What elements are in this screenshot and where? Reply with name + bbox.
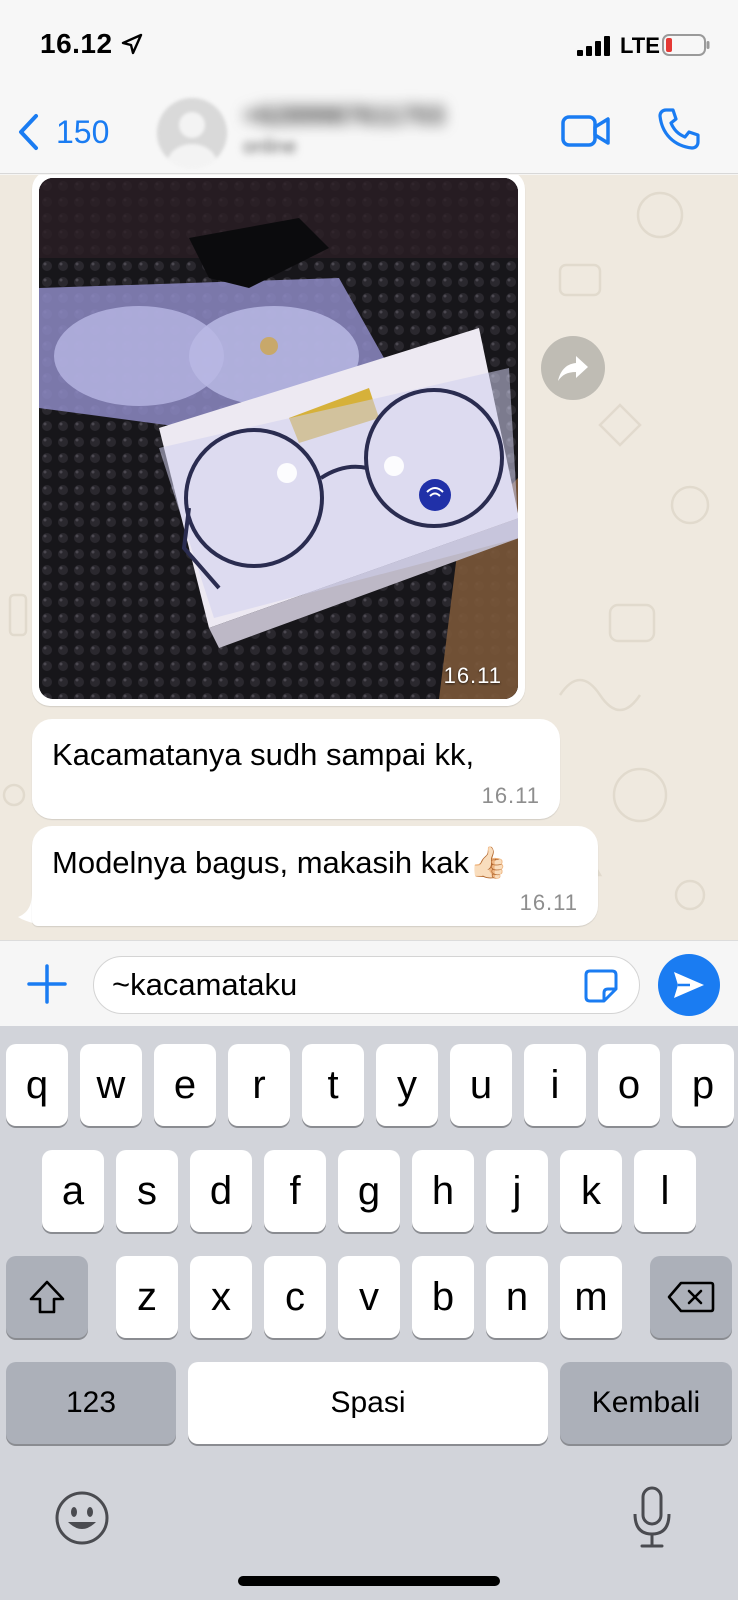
send-button[interactable] xyxy=(658,954,720,1016)
contact-name[interactable]: +6289987611703 xyxy=(243,100,503,130)
microphone-icon[interactable] xyxy=(632,1486,672,1550)
message-input-bar: ~kacamataku xyxy=(0,940,738,1026)
backspace-key[interactable] xyxy=(650,1256,732,1338)
key-q[interactable]: q xyxy=(6,1044,68,1126)
phone-icon[interactable] xyxy=(656,106,702,152)
forward-button[interactable] xyxy=(541,336,605,400)
chevron-left-icon xyxy=(19,114,38,150)
video-call-icon[interactable] xyxy=(560,108,612,154)
avatar-placeholder-icon xyxy=(157,98,227,168)
text-message[interactable]: Modelnya bagus, makasih kak👍🏻 16.11 xyxy=(32,826,598,926)
message-text: Modelnya bagus, makasih kak👍🏻 xyxy=(52,845,508,880)
key-i[interactable]: i xyxy=(524,1044,586,1126)
key-x[interactable]: x xyxy=(190,1256,252,1338)
contact-status: online xyxy=(243,136,297,158)
key-l[interactable]: l xyxy=(634,1150,696,1232)
emoji-icon[interactable] xyxy=(54,1490,110,1546)
key-r[interactable]: r xyxy=(228,1044,290,1126)
unread-count: 150 xyxy=(56,113,110,150)
key-k[interactable]: k xyxy=(560,1150,622,1232)
chat-area[interactable]: 16.11 Kacamatanya sudh sampai kk, 16.11 … xyxy=(0,175,738,940)
return-key[interactable]: Kembali xyxy=(560,1362,732,1444)
key-b[interactable]: b xyxy=(412,1256,474,1338)
plus-icon[interactable] xyxy=(26,963,68,1005)
key-m[interactable]: m xyxy=(560,1256,622,1338)
send-icon xyxy=(674,972,704,998)
key-t[interactable]: t xyxy=(302,1044,364,1126)
key-c[interactable]: c xyxy=(264,1256,326,1338)
network-type: LTE xyxy=(620,33,660,58)
battery-low-icon xyxy=(662,34,710,56)
back-button[interactable]: 150 xyxy=(16,110,109,154)
key-o[interactable]: o xyxy=(598,1044,660,1126)
message-time: 16.11 xyxy=(481,783,540,808)
keyboard: q w e r t y u i o p a s d f g h j k l z … xyxy=(0,1026,738,1600)
status-bar: 16.12 LTE xyxy=(0,0,738,92)
key-d[interactable]: d xyxy=(190,1150,252,1232)
key-j[interactable]: j xyxy=(486,1150,548,1232)
message-input[interactable]: ~kacamataku xyxy=(93,956,640,1014)
shift-key[interactable] xyxy=(6,1256,88,1338)
status-time: 16.12 xyxy=(40,28,113,59)
key-w[interactable]: w xyxy=(80,1044,142,1126)
chat-header: 150 +6289987611703 online xyxy=(0,92,738,174)
key-s[interactable]: s xyxy=(116,1150,178,1232)
key-f[interactable]: f xyxy=(264,1150,326,1232)
avatar[interactable] xyxy=(157,98,227,168)
message-input-value: ~kacamataku xyxy=(112,967,298,1002)
space-key[interactable]: Spasi xyxy=(188,1362,548,1444)
key-n[interactable]: n xyxy=(486,1256,548,1338)
key-u[interactable]: u xyxy=(450,1044,512,1126)
message-time: 16.11 xyxy=(443,663,502,688)
forward-arrow-icon xyxy=(558,356,588,381)
key-e[interactable]: e xyxy=(154,1044,216,1126)
key-g[interactable]: g xyxy=(338,1150,400,1232)
glasses-photo[interactable]: 16.11 xyxy=(39,178,518,699)
photo-image xyxy=(39,178,518,699)
signal-bars-icon xyxy=(577,36,610,56)
key-h[interactable]: h xyxy=(412,1150,474,1232)
message-text: Kacamatanya sudh sampai kk, xyxy=(52,737,475,772)
backspace-icon xyxy=(667,1281,715,1313)
text-message[interactable]: Kacamatanya sudh sampai kk, 16.11 xyxy=(32,719,560,819)
home-indicator xyxy=(238,1576,500,1586)
shift-icon xyxy=(29,1280,65,1314)
numbers-key[interactable]: 123 xyxy=(6,1362,176,1444)
key-v[interactable]: v xyxy=(338,1256,400,1338)
location-arrow-icon xyxy=(121,33,143,55)
key-p[interactable]: p xyxy=(672,1044,734,1126)
key-y[interactable]: y xyxy=(376,1044,438,1126)
image-message[interactable]: 16.11 xyxy=(32,175,525,706)
message-time: 16.11 xyxy=(519,890,578,915)
key-z[interactable]: z xyxy=(116,1256,178,1338)
key-a[interactable]: a xyxy=(42,1150,104,1232)
sticker-icon[interactable] xyxy=(582,967,620,1005)
